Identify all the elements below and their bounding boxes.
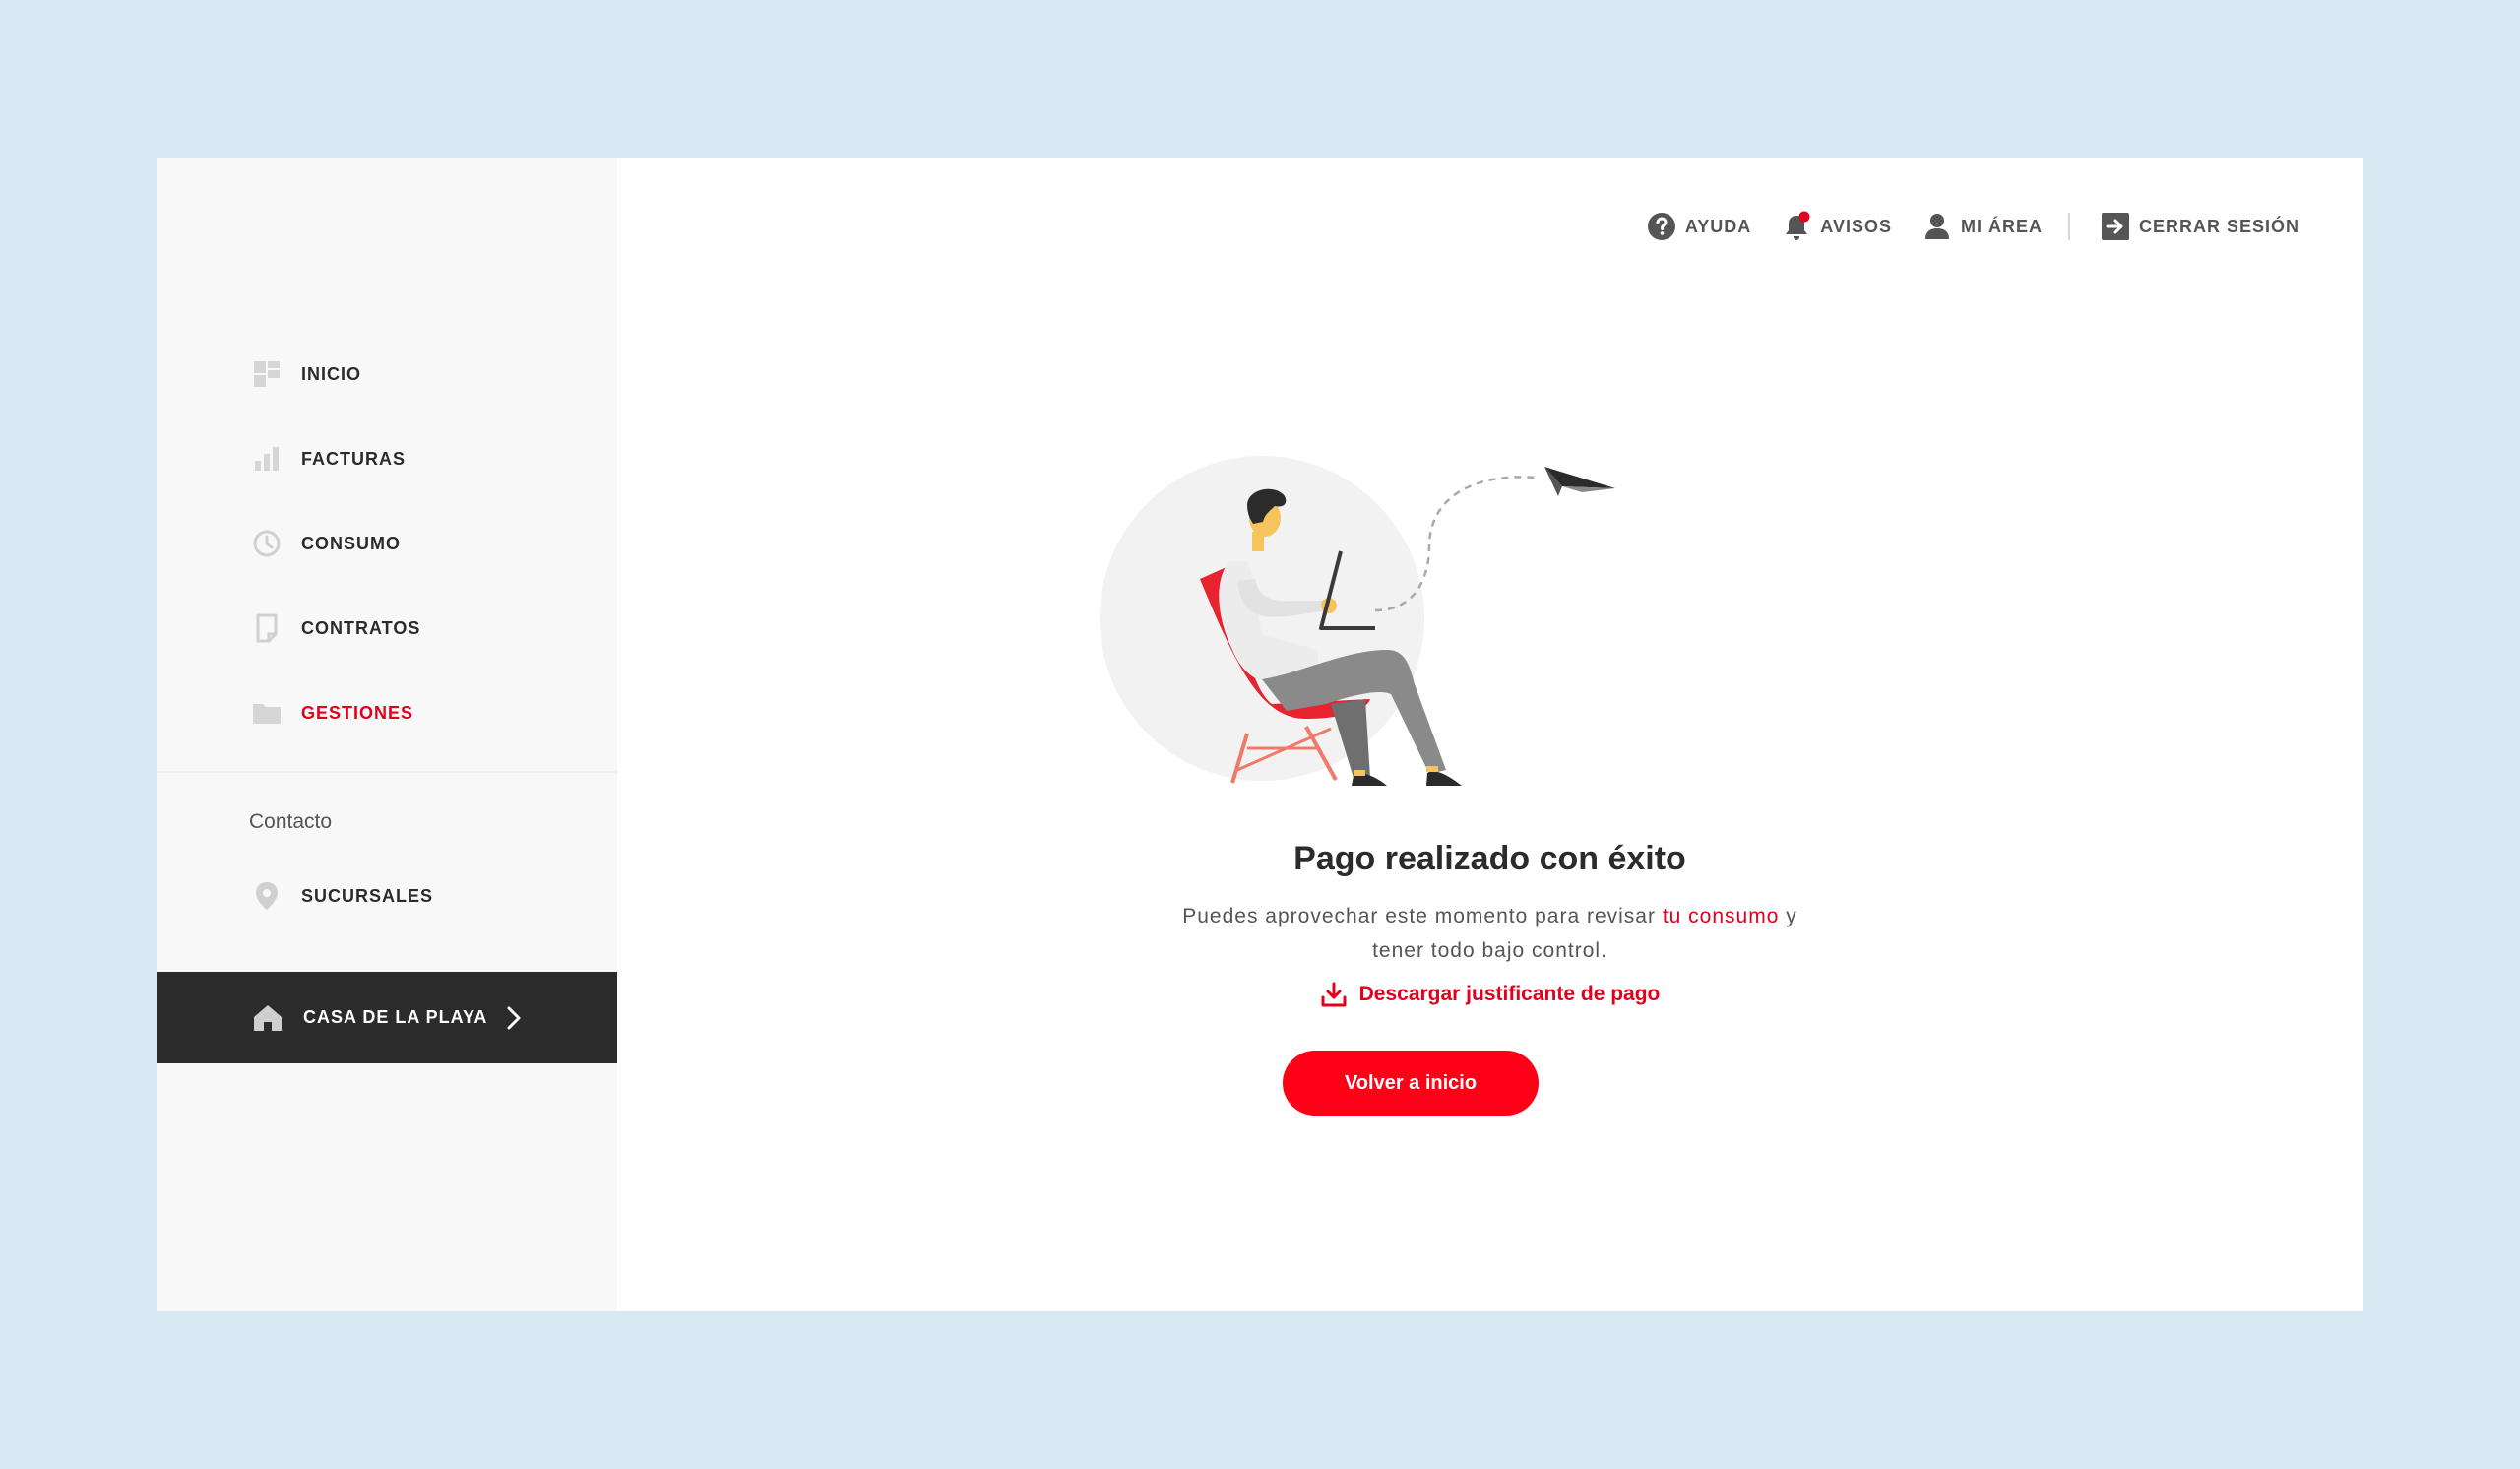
- sidebar-divider: [158, 771, 617, 773]
- dashboard-icon: [252, 359, 282, 389]
- description-line-2: tener todo bajo control.: [1372, 939, 1607, 962]
- back-to-home-button[interactable]: Volver a inicio: [1283, 1051, 1539, 1116]
- sidebar-item-gestiones[interactable]: GESTIONES: [252, 693, 413, 733]
- sidebar-item-label: FACTURAS: [301, 448, 406, 469]
- notices-link[interactable]: AVISOS: [1781, 211, 1892, 242]
- sidebar-item-inicio[interactable]: INICIO: [252, 354, 361, 394]
- sidebar-item-facturas[interactable]: FACTURAS: [252, 439, 406, 479]
- help-link[interactable]: AYUDA: [1646, 211, 1751, 242]
- location-pin-icon: [252, 881, 282, 911]
- clock-icon: [252, 529, 282, 558]
- folder-icon: [252, 698, 282, 728]
- success-illustration: [1090, 453, 1641, 807]
- property-selector[interactable]: CASA DE LA PLAYA: [158, 972, 617, 1063]
- sidebar-item-label: CONTRATOS: [301, 617, 421, 638]
- bar-chart-icon: [252, 444, 282, 474]
- app-window: INICIO FACTURAS CONSUMO CONTRATOS GESTIO…: [158, 158, 2362, 1311]
- logout-label: CERRAR SESIÓN: [2138, 216, 2300, 236]
- bell-icon: [1781, 211, 1812, 242]
- contact-heading: Contacto: [249, 810, 333, 833]
- help-label: AYUDA: [1684, 216, 1752, 236]
- sidebar-item-label: SUCURSALES: [301, 885, 434, 906]
- logout-icon: [2100, 211, 2131, 242]
- property-label: CASA DE LA PLAYA: [303, 1007, 488, 1027]
- logout-link[interactable]: CERRAR SESIÓN: [2100, 211, 2300, 242]
- page-title: Pago realizado con éxito: [1293, 840, 1686, 877]
- download-receipt-link[interactable]: Descargar justificante de pago: [617, 981, 2362, 1008]
- sidebar-item-contratos[interactable]: CONTRATOS: [252, 608, 420, 648]
- main-content: AYUDA AVISOS MI ÁREA CERRAR SESIÓN Pago …: [617, 158, 2362, 1311]
- sidebar-item-consumo[interactable]: CONSUMO: [252, 524, 401, 563]
- sidebar-item-label: GESTIONES: [301, 702, 414, 723]
- my-area-label: MI ÁREA: [1960, 216, 2043, 236]
- sidebar: INICIO FACTURAS CONSUMO CONTRATOS GESTIO…: [158, 158, 617, 1311]
- download-icon: [1320, 981, 1348, 1008]
- consumption-link[interactable]: tu consumo: [1663, 905, 1780, 927]
- sidebar-item-label: CONSUMO: [301, 533, 401, 553]
- sidebar-item-sucursales[interactable]: SUCURSALES: [252, 876, 433, 916]
- description-text: Puedes aprovechar este momento para revi…: [1182, 905, 1663, 927]
- user-icon: [1922, 211, 1953, 242]
- document-icon: [252, 613, 282, 643]
- chevron-right-icon: [507, 1005, 521, 1031]
- download-label: Descargar justificante de pago: [1358, 983, 1661, 1005]
- top-navigation: AYUDA AVISOS MI ÁREA CERRAR SESIÓN: [1616, 207, 2300, 246]
- help-icon: [1646, 211, 1677, 242]
- notices-label: AVISOS: [1820, 216, 1892, 236]
- success-description: Puedes aprovechar este momento para revi…: [617, 899, 2362, 968]
- home-icon: [252, 1003, 284, 1033]
- my-area-link[interactable]: MI ÁREA: [1922, 211, 2043, 242]
- topbar-divider: [2067, 213, 2070, 240]
- description-text-end: y: [1779, 905, 1797, 927]
- sidebar-item-label: INICIO: [301, 363, 362, 384]
